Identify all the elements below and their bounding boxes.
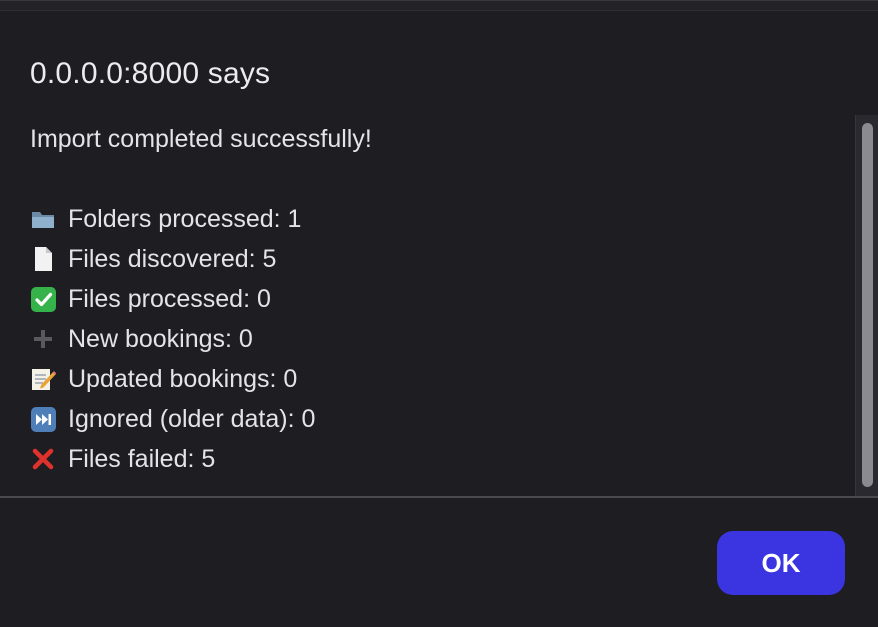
skip-forward-icon [30,406,56,432]
stat-files-discovered: Files discovered: 5 [30,239,848,279]
message-headline: Import completed successfully! [30,125,372,153]
stat-ignored-older-data-label: Ignored (older data): 0 [68,405,316,433]
cross-mark-icon [30,446,56,472]
stat-files-failed: Files failed: 5 [30,439,848,479]
stat-new-bookings: New bookings: 0 [30,319,848,359]
dialog-title: 0.0.0.0:8000 says [30,57,271,90]
stat-updated-bookings: Updated bookings: 0 [30,359,848,399]
stat-folders-processed-label: Folders processed: 1 [68,205,302,233]
stat-files-discovered-label: Files discovered: 5 [68,245,277,273]
dialog-top-edge [0,1,878,11]
stat-files-failed-label: Files failed: 5 [68,445,216,473]
stat-new-bookings-label: New bookings: 0 [68,325,253,353]
scrollbar-thumb[interactable] [862,123,873,487]
alert-dialog: 0.0.0.0:8000 says Import completed succe… [0,0,878,627]
folder-icon [30,206,56,232]
dialog-message: Import completed successfully! Folders p… [30,119,848,479]
memo-icon [30,366,56,392]
ok-button[interactable]: OK [717,531,845,595]
stat-files-processed: Files processed: 0 [30,279,848,319]
stat-updated-bookings-label: Updated bookings: 0 [68,365,298,393]
stat-files-processed-label: Files processed: 0 [68,285,271,313]
footer-divider [0,496,878,498]
message-scrollbar[interactable] [855,115,878,497]
stat-ignored-older-data: Ignored (older data): 0 [30,399,848,439]
plus-icon [30,326,56,352]
stat-folders-processed: Folders processed: 1 [30,199,848,239]
check-mark-icon [30,286,56,312]
document-icon [30,246,56,272]
